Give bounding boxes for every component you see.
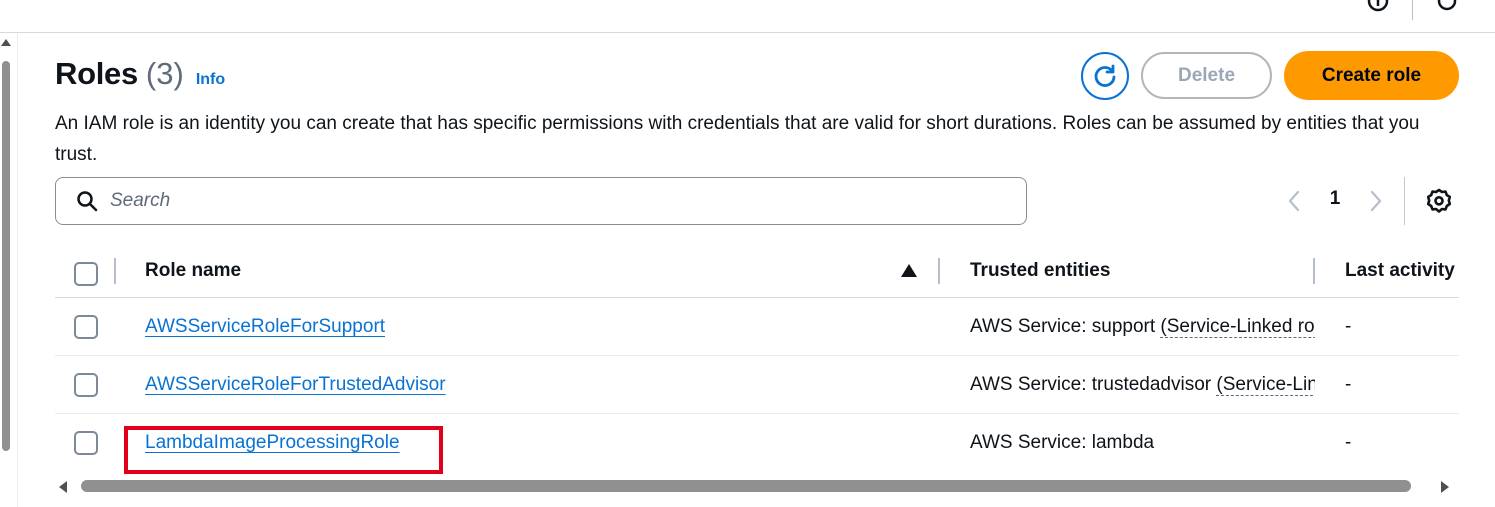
page-description: An IAM role is an identity you can creat… [55,113,1420,165]
column-header-last-activity[interactable]: Last activity [1345,260,1455,282]
row-checkbox[interactable] [74,373,98,397]
column-divider[interactable] [938,258,940,284]
top-bar-divider [1412,0,1413,20]
scroll-up-arrow-icon[interactable] [1,39,11,46]
column-header-trusted-entities[interactable]: Trusted entities [970,260,1110,282]
refresh-icon [1094,64,1116,87]
horizontal-scroll-thumb[interactable] [81,480,1411,492]
column-divider[interactable] [114,258,116,284]
search-input[interactable]: Search [55,177,1027,225]
last-activity-cell: - [1345,432,1352,453]
role-name-link[interactable]: AWSServiceRoleForTrustedAdvisor [145,374,446,396]
scroll-left-arrow-icon[interactable] [59,481,67,493]
column-header-role-name[interactable]: Role name [145,260,241,282]
roles-count: (3) [145,56,184,91]
select-all-checkbox[interactable] [74,262,98,286]
search-placeholder: Search [110,190,171,211]
scroll-right-arrow-icon[interactable] [1441,481,1449,493]
delete-button[interactable]: Delete [1141,52,1272,99]
table-row: AWSServiceRoleForSupport AWS Service: su… [55,298,1459,356]
highlight-annotation-box [124,426,443,474]
column-divider[interactable] [1313,258,1315,284]
page-vertical-scrollbar[interactable] [0,34,14,507]
trusted-entities-cell: AWS Service: trustedadvisor (Service-Lin… [970,374,1315,396]
next-page-icon[interactable] [1366,188,1386,214]
table-header-row: Role name Trusted entities Last activity [55,245,1459,298]
last-activity-cell: - [1345,374,1352,395]
current-page-number[interactable]: 1 [1322,188,1348,214]
previous-page-icon[interactable] [1284,188,1304,214]
page-header: Roles (3) Info [55,56,225,96]
last-activity-cell: - [1345,316,1352,337]
vertical-scroll-thumb[interactable] [2,61,10,451]
row-checkbox[interactable] [74,431,98,455]
trusted-entities-cell: AWS Service: support (Service-Linked rol… [970,316,1315,338]
table-preferences-gear-icon[interactable] [1425,187,1453,215]
info-link[interactable]: Info [196,71,225,89]
service-linked-role-label[interactable]: (Service-Linked role) [1216,374,1315,396]
sort-ascending-icon[interactable] [901,264,917,277]
trusted-entity-text: AWS Service: lambda [970,432,1155,453]
row-checkbox[interactable] [74,315,98,339]
pagination-divider [1404,177,1405,225]
create-role-button[interactable]: Create role [1284,51,1459,100]
info-circle-icon[interactable] [1367,0,1389,12]
service-linked-role-label[interactable]: (Service-Linked role) [1160,316,1315,338]
trusted-entity-text: AWS Service: support [970,316,1156,337]
role-name-link[interactable]: AWSServiceRoleForSupport [145,316,385,338]
trusted-entities-cell: AWS Service: lambda [970,432,1315,454]
search-icon [77,191,98,212]
refresh-button[interactable] [1081,52,1129,100]
top-bar [0,0,1495,33]
table-row: AWSServiceRoleForTrustedAdvisor AWS Serv… [55,356,1459,414]
page-title: Roles [55,56,138,91]
trusted-entity-text: AWS Service: trustedadvisor [970,374,1212,395]
table-horizontal-scrollbar[interactable] [53,477,1453,497]
settings-icon[interactable] [1436,0,1458,12]
